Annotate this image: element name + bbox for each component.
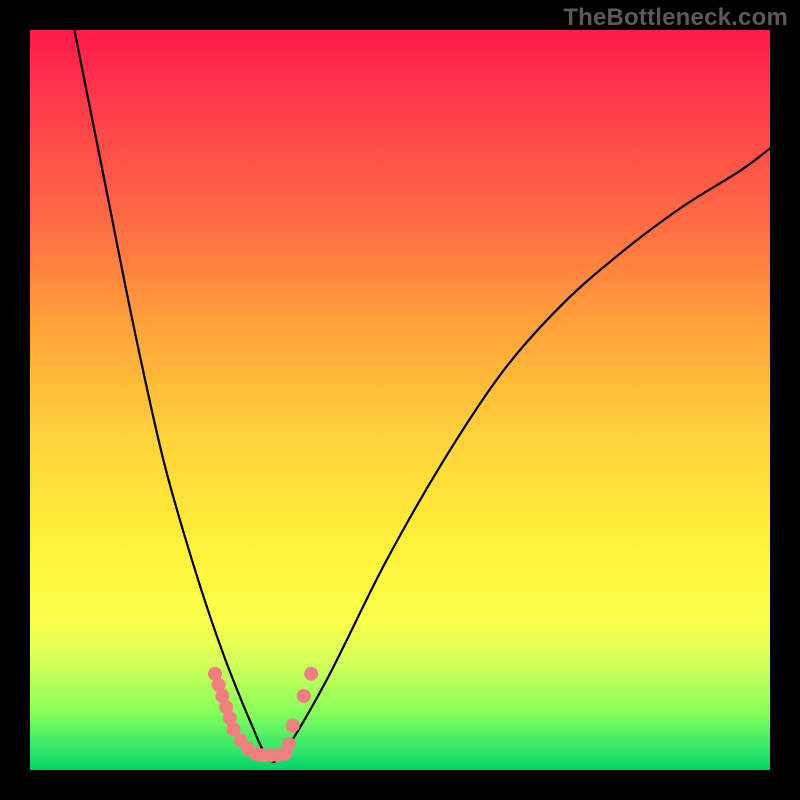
chart-frame: TheBottleneck.com: [0, 0, 800, 800]
bottleneck-curve: [74, 30, 770, 762]
plot-area: [30, 30, 770, 770]
curve-layer: [30, 30, 770, 770]
marker-dot: [286, 719, 300, 733]
marker-dot: [282, 737, 296, 751]
marker-dot: [304, 667, 318, 681]
watermark-text: TheBottleneck.com: [563, 4, 788, 32]
marker-dot: [297, 689, 311, 703]
